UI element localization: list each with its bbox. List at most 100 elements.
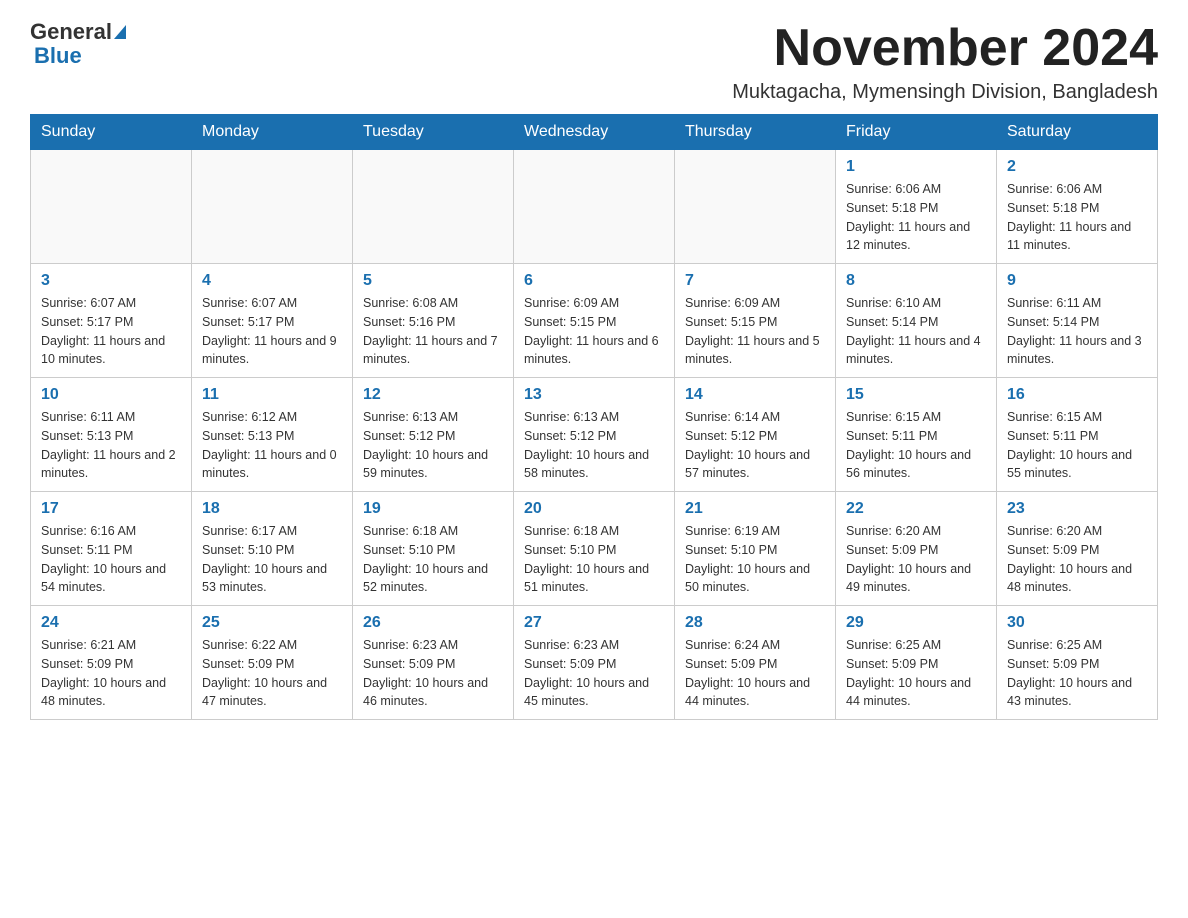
day-info: Sunrise: 6:23 AMSunset: 5:09 PMDaylight:… — [524, 636, 664, 711]
calendar-cell: 23Sunrise: 6:20 AMSunset: 5:09 PMDayligh… — [997, 492, 1158, 606]
day-info: Sunrise: 6:21 AMSunset: 5:09 PMDaylight:… — [41, 636, 181, 711]
day-number: 21 — [685, 500, 825, 518]
calendar-cell — [31, 150, 192, 264]
day-info: Sunrise: 6:14 AMSunset: 5:12 PMDaylight:… — [685, 408, 825, 483]
day-number: 2 — [1007, 158, 1147, 176]
calendar-cell: 3 Sunrise: 6:07 AMSunset: 5:17 PMDaylight… — [31, 264, 192, 378]
day-info: Sunrise: 6:18 AMSunset: 5:10 PMDaylight:… — [363, 522, 503, 597]
day-info: Sunrise: 6:18 AMSunset: 5:10 PMDaylight:… — [524, 522, 664, 597]
logo-triangle-icon — [114, 25, 126, 39]
day-number: 22 — [846, 500, 986, 518]
calendar-header-tuesday: Tuesday — [353, 115, 514, 150]
calendar-cell: 21 Sunrise: 6:19 AMSunset: 5:10 PMDayligh… — [675, 492, 836, 606]
calendar-week-row-4: 17 Sunrise: 6:16 AMSunset: 5:11 PMDayligh… — [31, 492, 1158, 606]
day-number: 9 — [1007, 272, 1147, 290]
day-info: Sunrise: 6:13 AMSunset: 5:12 PMDaylight:… — [363, 408, 503, 483]
calendar-cell — [514, 150, 675, 264]
day-info: Sunrise: 6:11 AMSunset: 5:14 PMDaylight:… — [1007, 294, 1147, 369]
day-number: 8 — [846, 272, 986, 290]
calendar-cell: 30 Sunrise: 6:25 AMSunset: 5:09 PMDayligh… — [997, 606, 1158, 720]
day-info: Sunrise: 6:11 AMSunset: 5:13 PMDaylight:… — [41, 408, 181, 483]
day-number: 4 — [202, 272, 342, 290]
calendar-cell: 16 Sunrise: 6:15 AMSunset: 5:11 PMDayligh… — [997, 378, 1158, 492]
calendar-cell — [675, 150, 836, 264]
day-number: 29 — [846, 614, 986, 632]
calendar-cell — [192, 150, 353, 264]
day-info: Sunrise: 6:10 AMSunset: 5:14 PMDaylight:… — [846, 294, 986, 369]
day-number: 3 — [41, 272, 181, 290]
day-number: 30 — [1007, 614, 1147, 632]
day-number: 12 — [363, 386, 503, 404]
page-header: General Blue November 2024 Muktagacha, M… — [30, 20, 1158, 104]
calendar-cell: 24 Sunrise: 6:21 AMSunset: 5:09 PMDayligh… — [31, 606, 192, 720]
day-info: Sunrise: 6:13 AMSunset: 5:12 PMDaylight:… — [524, 408, 664, 483]
day-number: 16 — [1007, 386, 1147, 404]
day-number: 5 — [363, 272, 503, 290]
day-info: Sunrise: 6:06 AMSunset: 5:18 PMDaylight:… — [846, 180, 986, 255]
calendar-week-row-5: 24 Sunrise: 6:21 AMSunset: 5:09 PMDayligh… — [31, 606, 1158, 720]
day-number: 18 — [202, 500, 342, 518]
day-number: 25 — [202, 614, 342, 632]
day-info: Sunrise: 6:16 AMSunset: 5:11 PMDaylight:… — [41, 522, 181, 597]
day-info: Sunrise: 6:17 AMSunset: 5:10 PMDaylight:… — [202, 522, 342, 597]
calendar-cell: 4 Sunrise: 6:07 AMSunset: 5:17 PMDaylight… — [192, 264, 353, 378]
day-number: 15 — [846, 386, 986, 404]
day-info: Sunrise: 6:15 AMSunset: 5:11 PMDaylight:… — [846, 408, 986, 483]
calendar-cell: 27Sunrise: 6:23 AMSunset: 5:09 PMDayligh… — [514, 606, 675, 720]
day-info: Sunrise: 6:12 AMSunset: 5:13 PMDaylight:… — [202, 408, 342, 483]
calendar-week-row-2: 3 Sunrise: 6:07 AMSunset: 5:17 PMDaylight… — [31, 264, 1158, 378]
calendar-cell: 9 Sunrise: 6:11 AMSunset: 5:14 PMDaylight… — [997, 264, 1158, 378]
day-info: Sunrise: 6:19 AMSunset: 5:10 PMDaylight:… — [685, 522, 825, 597]
day-info: Sunrise: 6:25 AMSunset: 5:09 PMDaylight:… — [846, 636, 986, 711]
calendar-header-wednesday: Wednesday — [514, 115, 675, 150]
calendar-cell: 5 Sunrise: 6:08 AMSunset: 5:16 PMDaylight… — [353, 264, 514, 378]
day-info: Sunrise: 6:09 AMSunset: 5:15 PMDaylight:… — [685, 294, 825, 369]
calendar-cell: 19 Sunrise: 6:18 AMSunset: 5:10 PMDayligh… — [353, 492, 514, 606]
subtitle: Muktagacha, Mymensingh Division, Banglad… — [732, 81, 1158, 104]
calendar-cell: 26Sunrise: 6:23 AMSunset: 5:09 PMDayligh… — [353, 606, 514, 720]
main-title: November 2024 — [732, 20, 1158, 77]
day-number: 13 — [524, 386, 664, 404]
calendar-cell: 17 Sunrise: 6:16 AMSunset: 5:11 PMDayligh… — [31, 492, 192, 606]
day-info: Sunrise: 6:15 AMSunset: 5:11 PMDaylight:… — [1007, 408, 1147, 483]
day-info: Sunrise: 6:08 AMSunset: 5:16 PMDaylight:… — [363, 294, 503, 369]
day-info: Sunrise: 6:25 AMSunset: 5:09 PMDaylight:… — [1007, 636, 1147, 711]
day-info: Sunrise: 6:20 AMSunset: 5:09 PMDaylight:… — [1007, 522, 1147, 597]
calendar-header-sunday: Sunday — [31, 115, 192, 150]
calendar-cell: 12 Sunrise: 6:13 AMSunset: 5:12 PMDayligh… — [353, 378, 514, 492]
day-info: Sunrise: 6:07 AMSunset: 5:17 PMDaylight:… — [41, 294, 181, 369]
calendar-cell: 7Sunrise: 6:09 AMSunset: 5:15 PMDaylight… — [675, 264, 836, 378]
calendar-header-thursday: Thursday — [675, 115, 836, 150]
day-number: 10 — [41, 386, 181, 404]
logo-text-general: General — [30, 20, 112, 44]
day-info: Sunrise: 6:20 AMSunset: 5:09 PMDaylight:… — [846, 522, 986, 597]
calendar-cell: 22 Sunrise: 6:20 AMSunset: 5:09 PMDayligh… — [836, 492, 997, 606]
day-number: 19 — [363, 500, 503, 518]
calendar-cell: 15 Sunrise: 6:15 AMSunset: 5:11 PMDayligh… — [836, 378, 997, 492]
calendar-header-friday: Friday — [836, 115, 997, 150]
day-number: 17 — [41, 500, 181, 518]
day-info: Sunrise: 6:07 AMSunset: 5:17 PMDaylight:… — [202, 294, 342, 369]
calendar-cell: 10 Sunrise: 6:11 AMSunset: 5:13 PMDayligh… — [31, 378, 192, 492]
day-info: Sunrise: 6:24 AMSunset: 5:09 PMDaylight:… — [685, 636, 825, 711]
day-number: 28 — [685, 614, 825, 632]
day-info: Sunrise: 6:09 AMSunset: 5:15 PMDaylight:… — [524, 294, 664, 369]
day-info: Sunrise: 6:23 AMSunset: 5:09 PMDaylight:… — [363, 636, 503, 711]
calendar-week-row-1: 1Sunrise: 6:06 AMSunset: 5:18 PMDaylight… — [31, 150, 1158, 264]
calendar-cell — [353, 150, 514, 264]
calendar-week-row-3: 10 Sunrise: 6:11 AMSunset: 5:13 PMDayligh… — [31, 378, 1158, 492]
logo: General Blue — [30, 20, 126, 68]
calendar-header-saturday: Saturday — [997, 115, 1158, 150]
calendar-cell: 18 Sunrise: 6:17 AMSunset: 5:10 PMDayligh… — [192, 492, 353, 606]
calendar-header-row: SundayMondayTuesdayWednesdayThursdayFrid… — [31, 115, 1158, 150]
day-number: 11 — [202, 386, 342, 404]
day-number: 24 — [41, 614, 181, 632]
calendar-header-monday: Monday — [192, 115, 353, 150]
calendar-cell: 6Sunrise: 6:09 AMSunset: 5:15 PMDaylight… — [514, 264, 675, 378]
calendar-cell: 29 Sunrise: 6:25 AMSunset: 5:09 PMDayligh… — [836, 606, 997, 720]
calendar-cell: 14Sunrise: 6:14 AMSunset: 5:12 PMDayligh… — [675, 378, 836, 492]
calendar-cell: 13 Sunrise: 6:13 AMSunset: 5:12 PMDayligh… — [514, 378, 675, 492]
calendar-table: SundayMondayTuesdayWednesdayThursdayFrid… — [30, 114, 1158, 720]
logo-text-blue: Blue — [34, 43, 82, 68]
calendar-cell: 11 Sunrise: 6:12 AMSunset: 5:13 PMDayligh… — [192, 378, 353, 492]
